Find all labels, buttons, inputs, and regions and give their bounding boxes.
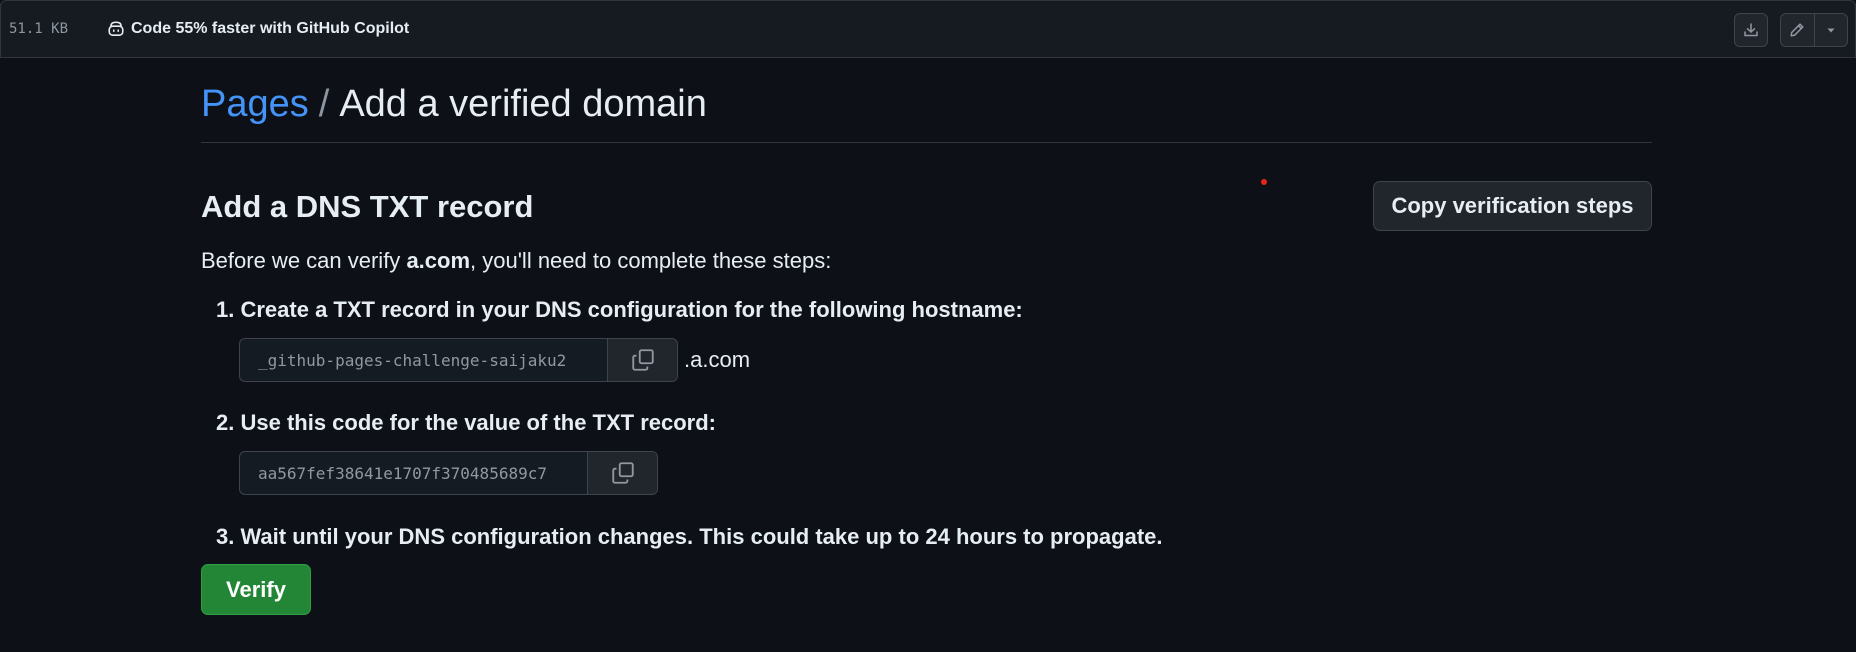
step-3-number: 3. <box>216 524 235 549</box>
verify-button[interactable]: Verify <box>201 564 311 615</box>
breadcrumb-pages-link[interactable]: Pages <box>201 83 309 125</box>
hostname-suffix: .a.com <box>684 347 751 372</box>
download-raw-button[interactable] <box>1734 13 1768 47</box>
section-title: Add a DNS TXT record <box>201 189 534 224</box>
copy-txt-value-button[interactable] <box>587 452 657 494</box>
step-2-number: 2. <box>216 410 235 435</box>
step-2-text: Use this code for the value of the TXT r… <box>240 410 717 435</box>
step-2: 2. Use this code for the value of the TX… <box>216 408 716 438</box>
copy-icon <box>611 462 634 484</box>
edit-options-dropdown[interactable] <box>1813 14 1847 46</box>
copy-verification-steps-button[interactable]: Copy verification steps <box>1373 181 1652 231</box>
step-3-text: Wait until your DNS configuration change… <box>240 524 1163 549</box>
file-size: 51.1 KB <box>9 21 69 37</box>
copilot-promo-link[interactable]: Code 55% faster with GitHub Copilot <box>107 20 409 38</box>
copilot-icon <box>108 21 124 36</box>
txt-value-input[interactable] <box>240 452 587 494</box>
page-title: Add a verified domain <box>339 83 707 125</box>
domain-name: a.com <box>406 248 471 273</box>
download-icon <box>1744 23 1758 37</box>
cursor-marker <box>1261 179 1267 185</box>
header-divider <box>201 142 1652 143</box>
step-3: 3. Wait until your DNS configuration cha… <box>216 522 1163 552</box>
edit-file-button[interactable] <box>1781 14 1814 46</box>
intro-text-after: , you'll need to complete these steps: <box>470 248 832 273</box>
step-1: 1. Create a TXT record in your DNS confi… <box>216 295 1023 325</box>
copilot-promo-text: Code 55% faster with GitHub Copilot <box>131 20 410 37</box>
breadcrumb: Pages / Add a verified domain <box>201 80 707 128</box>
copy-hostname-button[interactable] <box>607 339 677 381</box>
step-1-text: Create a TXT record in your DNS configur… <box>240 297 1023 322</box>
copy-icon <box>631 349 654 371</box>
intro-text-before: Before we can verify <box>201 248 407 273</box>
step-1-number: 1. <box>216 297 235 322</box>
intro-text: Before we can verify a.com, you'll need … <box>201 246 831 276</box>
edit-button-group <box>1780 13 1848 47</box>
txt-value-copy-field <box>239 451 658 495</box>
file-header-bar: 51.1 KB Code 55% faster with GitHub Copi… <box>0 0 1856 58</box>
hostname-input[interactable] <box>240 339 607 381</box>
pencil-icon <box>1790 23 1805 37</box>
triangle-down-icon <box>1827 28 1835 33</box>
hostname-copy-field <box>239 338 678 382</box>
breadcrumb-separator: / <box>318 83 330 125</box>
